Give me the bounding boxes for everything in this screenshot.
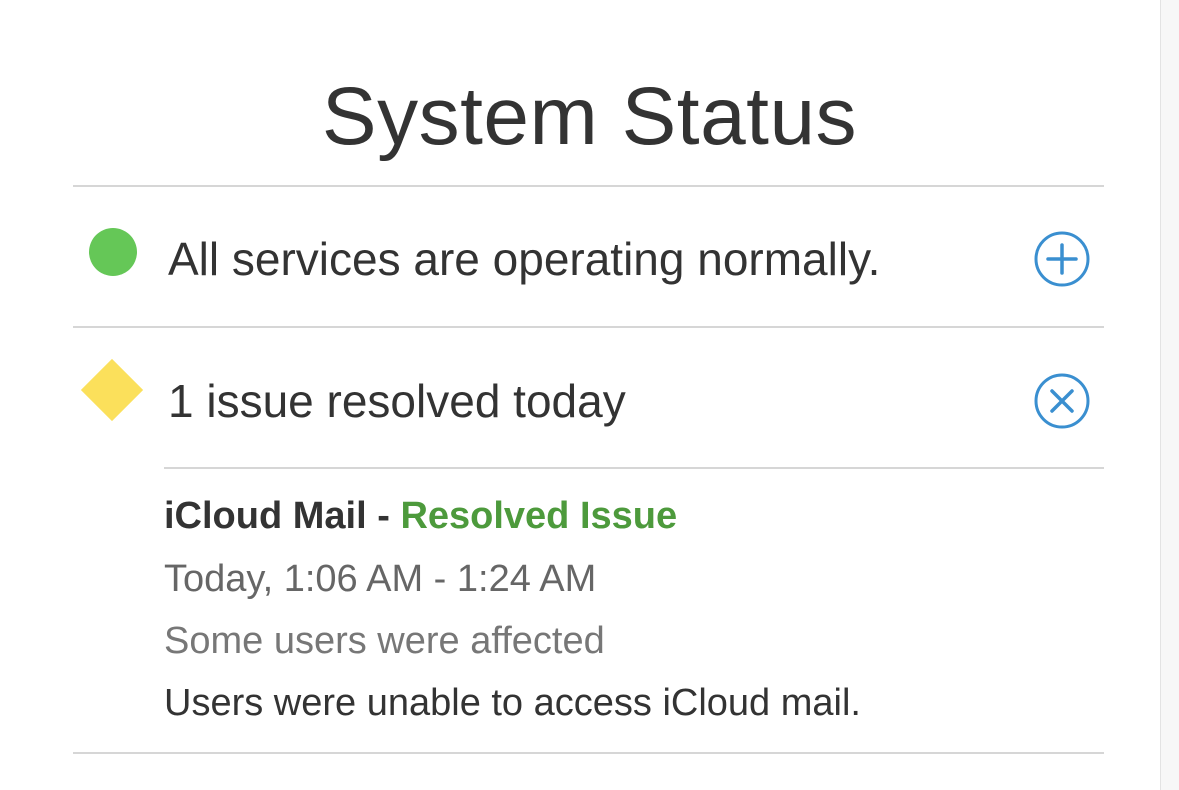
divider — [73, 185, 1104, 187]
status-row-issues: 1 issue resolved today — [73, 328, 1104, 467]
close-circle-icon — [1034, 373, 1090, 429]
issue-affected-users: Some users were affected — [164, 620, 605, 662]
issues-summary-text: 1 issue resolved today — [168, 375, 626, 427]
issue-description: Users were unable to access iCloud mail. — [164, 682, 861, 724]
collapse-button[interactable] — [1034, 373, 1090, 429]
issue-separator: - — [366, 495, 401, 537]
plus-circle-icon — [1034, 231, 1090, 287]
issue-detail: iCloud Mail - Resolved Issue Today, 1:06… — [164, 490, 1104, 734]
all-services-status-text: All services are operating normally. — [168, 233, 881, 285]
yellow-diamond-icon — [80, 358, 144, 422]
expand-button[interactable] — [1034, 231, 1090, 287]
page-title: System Status — [321, 70, 858, 162]
issue-service-name: iCloud Mail — [164, 495, 367, 537]
issue-state-label: Resolved Issue — [400, 495, 678, 537]
issue-time-range: Today, 1:06 AM - 1:24 AM — [164, 558, 597, 600]
green-dot-icon — [89, 228, 137, 276]
divider — [73, 752, 1104, 754]
issue-headline: iCloud Mail - Resolved Issue — [164, 490, 1104, 542]
divider — [164, 467, 1104, 469]
status-row-all-services: All services are operating normally. — [73, 188, 1104, 326]
